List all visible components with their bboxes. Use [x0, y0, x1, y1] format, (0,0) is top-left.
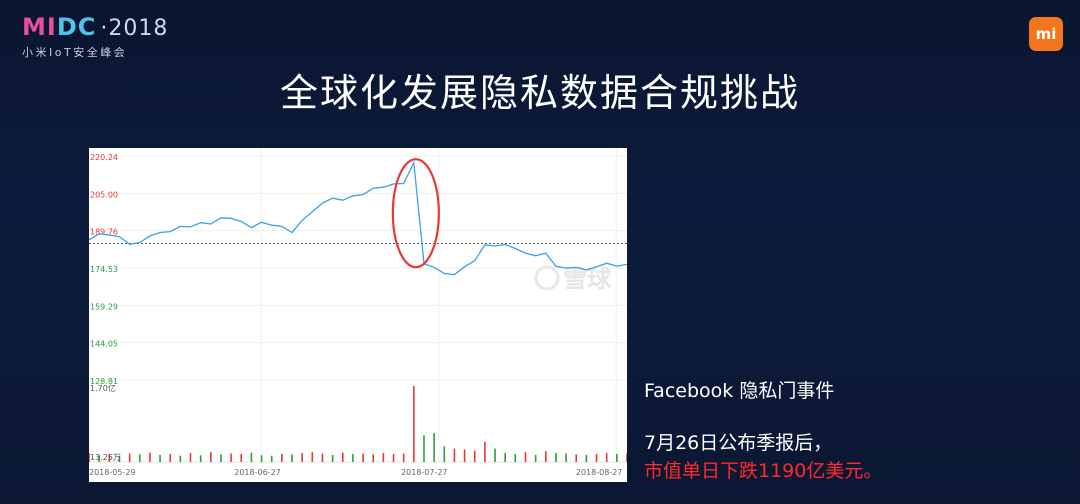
volume-bar [494, 448, 496, 462]
volume-bar [311, 452, 314, 462]
volume-bar [301, 453, 303, 462]
volume-bar [210, 452, 212, 462]
volume-bar [189, 453, 192, 462]
xiaomi-logo-icon: mi [1029, 17, 1063, 51]
volume-bar [453, 448, 456, 462]
price-axis-label: 174.53 [90, 265, 118, 274]
x-axis-label: 2018-07-27 [401, 468, 448, 477]
volume-bar [149, 452, 151, 462]
volume-bar [179, 455, 182, 462]
volume-bar [362, 453, 364, 462]
volume-bar [595, 453, 598, 462]
volume-bar [626, 453, 627, 462]
stock-chart: 220.24205.00189.76174.53159.29144.05128.… [89, 148, 627, 477]
price-axis-label: 220.24 [90, 153, 118, 162]
volume-axis-label: 13.25万 [90, 453, 121, 462]
volume-axis-label: 1.70亿 [90, 383, 116, 393]
volume-bar [230, 453, 232, 462]
volume-bar [260, 455, 263, 462]
volume-bar [352, 453, 354, 462]
volume-bar [291, 454, 293, 462]
page-title: 全球化发展隐私数据合规挑战 [279, 71, 800, 115]
volume-bar [159, 454, 161, 462]
volume-bar [138, 454, 141, 462]
x-axis-label: 2018-06-27 [234, 468, 281, 477]
volume-bar [423, 435, 425, 462]
drop-highlight-ellipse [391, 158, 440, 269]
logo-subtitle: 小米IoT安全峰会 [22, 46, 128, 59]
volume-bar [544, 451, 547, 462]
volume-bar [321, 453, 324, 462]
volume-bar [281, 453, 283, 462]
volume-bar [402, 453, 405, 462]
volume-bar [169, 453, 172, 462]
volume-bar [524, 452, 527, 462]
volume-bar [382, 453, 385, 462]
volume-bar [443, 446, 446, 462]
stock-chart-panel: 220.24 205.00 189.76 174.53 159.29 144.05 128.… [89, 148, 627, 482]
price-axis-label: 144.05 [90, 340, 118, 349]
volume-bar [463, 449, 466, 462]
volume-bar [555, 453, 557, 462]
volume-bar [534, 454, 537, 462]
logo-m-text: MI [22, 13, 57, 41]
volume-bar [392, 453, 395, 462]
logo-year: ·2018 [100, 16, 169, 41]
volume-bar [585, 454, 588, 462]
volume-bar [473, 450, 476, 462]
volume-bar [514, 453, 517, 462]
volume-bar [199, 455, 202, 462]
volume-bar [128, 453, 131, 462]
logo-wordmark: MIDC ·2018 [22, 14, 168, 42]
event-desc-line1: 7月26日公布季报后， [644, 432, 833, 454]
volume-bar [565, 453, 567, 462]
volume-bar [341, 452, 344, 462]
volume-bar [220, 454, 222, 462]
x-axis-label: 2018-08-27 [576, 468, 623, 477]
volume-bar [413, 386, 415, 462]
price-axis-label: 159.29 [90, 302, 118, 311]
event-desc-line2: 市值单日下跌1190亿美元。 [644, 460, 883, 482]
volume-bar [240, 453, 243, 462]
volume-bar [616, 453, 618, 462]
volume-bar [331, 454, 334, 462]
volume-bar [433, 432, 435, 462]
midc-logo: MIDC ·2018 小米IoT安全峰会 [22, 14, 168, 60]
volume-bar [484, 441, 486, 462]
logo-d-text: DC [56, 13, 97, 41]
event-title: Facebook 隐私门事件 [644, 380, 835, 402]
price-line [89, 160, 627, 276]
price-axis-label: 205.00 [90, 190, 118, 199]
volume-bar [605, 453, 608, 462]
x-axis-label: 2018-05-29 [89, 468, 136, 477]
volume-bar [270, 455, 273, 462]
volume-bar [504, 453, 506, 462]
volume-bar [250, 452, 253, 462]
volume-bar [372, 454, 375, 462]
volume-bar [575, 454, 578, 462]
watermark-icon [534, 265, 560, 291]
